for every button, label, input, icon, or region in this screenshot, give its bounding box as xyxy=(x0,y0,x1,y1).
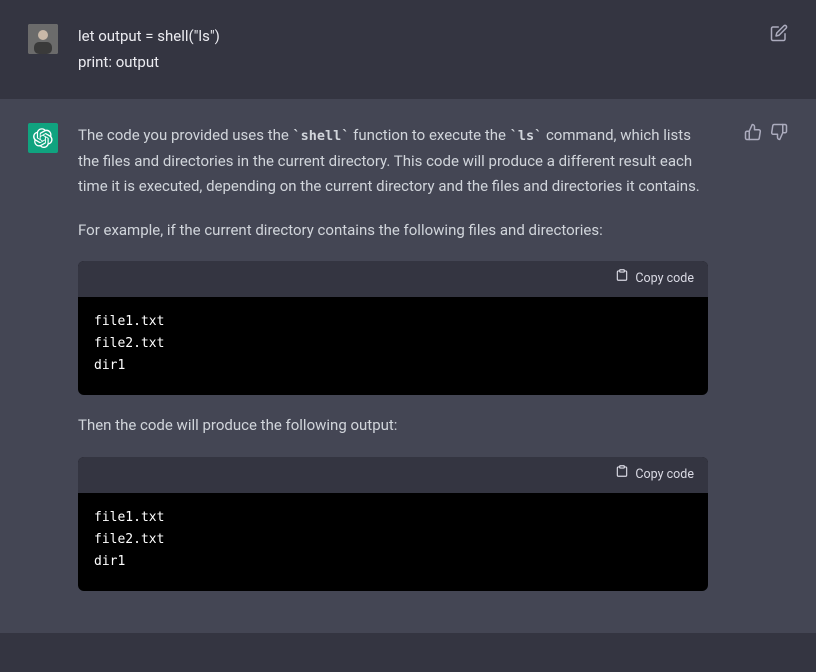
text-span: The code you provided uses the xyxy=(78,126,293,144)
assistant-message: The code you provided uses the `shell` f… xyxy=(0,99,816,633)
code-content: file1.txt file2.txt dir1 xyxy=(78,297,708,395)
clipboard-icon xyxy=(615,268,629,289)
code-block-2: Copy code file1.txt file2.txt dir1 xyxy=(78,457,708,591)
text-span: function to execute the xyxy=(349,126,509,144)
thumbs-up-icon[interactable] xyxy=(744,123,762,141)
thumbs-down-icon[interactable] xyxy=(770,123,788,141)
code-block-1: Copy code file1.txt file2.txt dir1 xyxy=(78,261,708,395)
copy-code-label: Copy code xyxy=(635,268,694,289)
assistant-content: The code you provided uses the `shell` f… xyxy=(78,123,708,609)
assistant-actions xyxy=(728,123,788,609)
user-text: let output = shell("ls") print: output xyxy=(78,24,708,75)
assistant-paragraph-2: For example, if the current directory co… xyxy=(78,218,708,244)
copy-code-button[interactable]: Copy code xyxy=(615,268,694,289)
inline-code-ls: `ls` xyxy=(510,128,543,144)
code-block-header: Copy code xyxy=(78,457,708,493)
assistant-avatar xyxy=(28,123,58,153)
copy-code-button[interactable]: Copy code xyxy=(615,464,694,485)
user-avatar xyxy=(28,24,58,54)
code-content: file1.txt file2.txt dir1 xyxy=(78,493,708,591)
copy-code-label: Copy code xyxy=(635,464,694,485)
code-block-header: Copy code xyxy=(78,261,708,297)
clipboard-icon xyxy=(615,464,629,485)
user-message: let output = shell("ls") print: output xyxy=(0,0,816,99)
user-actions xyxy=(728,24,788,75)
assistant-paragraph-3: Then the code will produce the following… xyxy=(78,413,708,439)
assistant-paragraph-1: The code you provided uses the `shell` f… xyxy=(78,123,708,200)
user-content: let output = shell("ls") print: output xyxy=(78,24,708,75)
inline-code-shell: `shell` xyxy=(293,128,350,144)
edit-icon[interactable] xyxy=(770,24,788,42)
